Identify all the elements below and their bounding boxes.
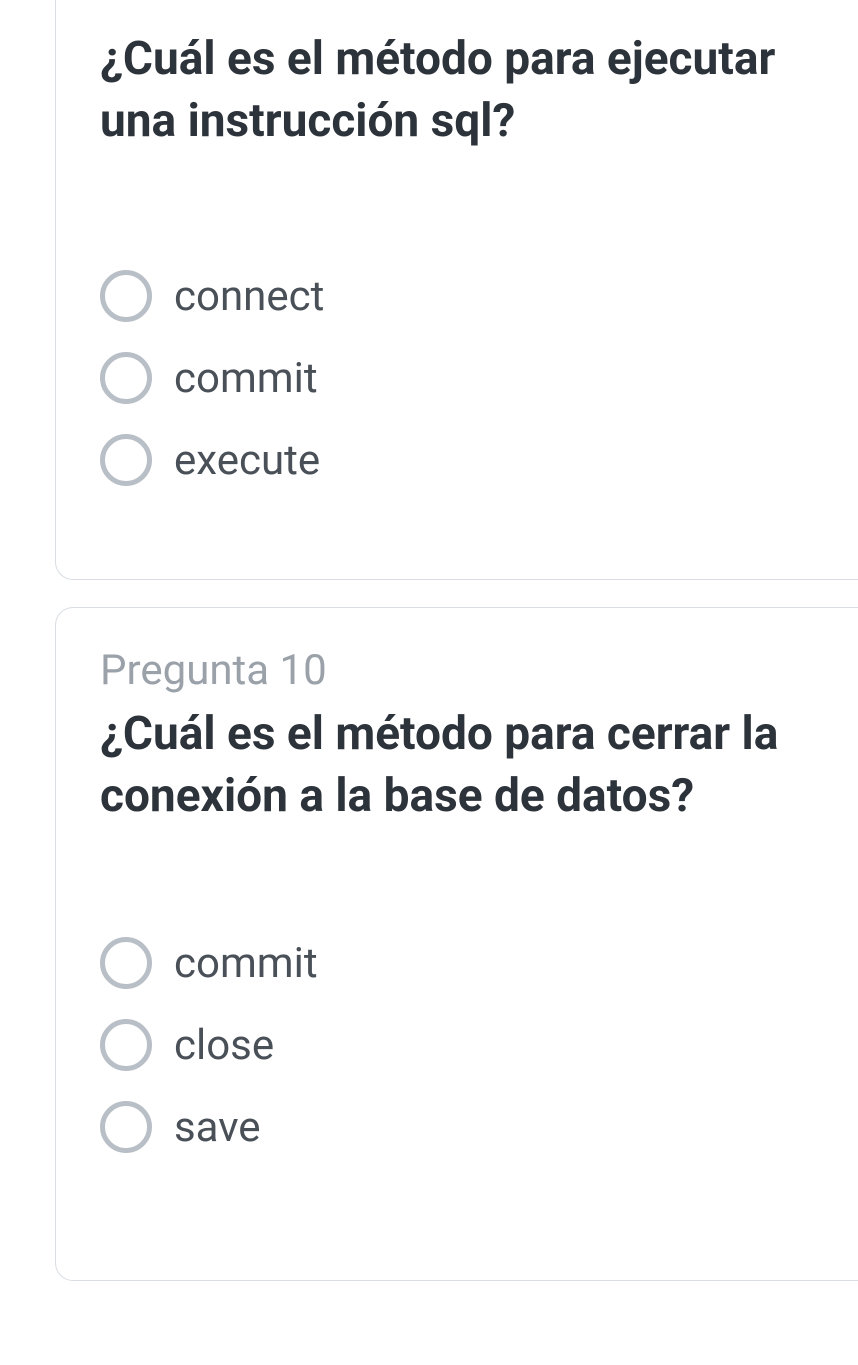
option-save[interactable]: save [100,1101,818,1153]
question-text: ¿Cuál es el método para cerrar la conexi… [100,703,818,827]
left-margin [0,0,8,1365]
radio-icon [100,434,152,486]
option-execute[interactable]: execute [100,434,818,486]
option-commit[interactable]: commit [100,937,818,989]
question-card-10: Pregunta 10 ¿Cuál es el método para cerr… [55,607,858,1281]
question-card-9: ¿Cuál es el método para ejecutar una ins… [55,0,858,580]
option-label: save [174,1103,261,1152]
radio-icon [100,1019,152,1071]
option-close[interactable]: close [100,1019,818,1071]
radio-icon [100,270,152,322]
option-label: execute [174,436,320,485]
options-group: commit close save [100,937,818,1153]
radio-icon [100,937,152,989]
option-label: connect [174,272,324,321]
question-text: ¿Cuál es el método para ejecutar una ins… [100,28,818,152]
options-group: connect commit execute [100,270,818,486]
radio-icon [100,1101,152,1153]
question-number: Pregunta 10 [100,646,818,695]
radio-icon [100,352,152,404]
option-label: close [174,1021,274,1070]
option-label: commit [174,939,318,988]
option-commit[interactable]: commit [100,352,818,404]
option-label: commit [174,354,318,403]
option-connect[interactable]: connect [100,270,818,322]
